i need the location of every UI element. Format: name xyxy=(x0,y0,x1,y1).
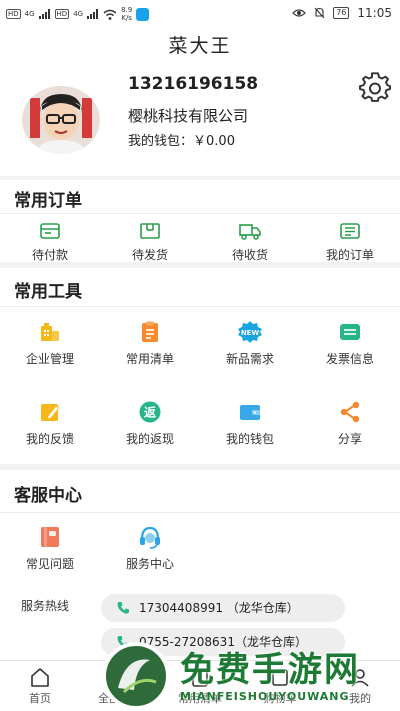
signal-icon xyxy=(38,9,50,19)
tool-cashback[interactable]: 返 我的返现 xyxy=(110,400,190,447)
tool-new-product[interactable]: NEW 新品需求 xyxy=(210,320,290,367)
hotline-button-1[interactable]: 17304408991 （龙华仓库） xyxy=(101,594,345,622)
wallet-icon xyxy=(240,405,260,420)
service-center[interactable]: 服务中心 xyxy=(110,525,190,572)
tab-home[interactable]: 首页 xyxy=(0,666,80,706)
mute-bell-icon xyxy=(314,7,325,19)
signal-icon-2 xyxy=(87,9,99,19)
tools-title: 常用工具 xyxy=(14,282,82,302)
package-icon xyxy=(140,223,160,239)
order-pending-payment[interactable]: 待付款 xyxy=(10,222,90,263)
truck-icon xyxy=(239,224,261,240)
tool-enterprise[interactable]: 企业管理 xyxy=(10,320,90,367)
clock: 11:05 xyxy=(357,6,392,20)
headset-icon xyxy=(140,526,160,549)
svg-text:NEW: NEW xyxy=(241,329,260,337)
invoice-icon xyxy=(340,324,360,340)
net-speed: 8.9 K/s xyxy=(121,6,133,22)
phone-icon xyxy=(117,602,129,614)
orders-title: 常用订单 xyxy=(14,191,82,211)
wallet-card-icon xyxy=(40,223,60,239)
avatar[interactable] xyxy=(22,86,100,154)
clipboard-icon xyxy=(142,321,158,342)
service-title: 客服中心 xyxy=(14,486,82,506)
tool-feedback[interactable]: 我的反馈 xyxy=(10,400,90,447)
app-notification-icon xyxy=(136,7,150,21)
wifi-icon xyxy=(103,9,117,20)
tool-share[interactable]: 分享 xyxy=(310,400,390,447)
hotline-label: 服务热线 xyxy=(21,599,70,613)
company-name: 樱桃科技有限公司 xyxy=(128,107,249,125)
tool-common-list[interactable]: 常用清单 xyxy=(110,320,190,367)
svg-text:返: 返 xyxy=(144,405,156,420)
watermark-logo xyxy=(102,642,170,710)
profile-card: 13216196158 樱桃科技有限公司 我的钱包：￥0.00 xyxy=(0,64,400,176)
enterprise-icon xyxy=(41,323,59,341)
page-title: 菜大王 xyxy=(0,28,400,64)
cashback-icon: 返 xyxy=(139,401,161,423)
order-pending-receive[interactable]: 待收货 xyxy=(210,222,290,263)
watermark: 免费手游网 MIANFEISHOUYOUWANG xyxy=(100,640,400,711)
tool-invoice[interactable]: 发票信息 xyxy=(310,320,390,367)
home-icon xyxy=(31,668,49,687)
watermark-subtext: MIANFEISHOUYOUWANG xyxy=(180,690,350,703)
hd-indicator-2: HD xyxy=(54,9,70,19)
signal-4g-2: 4G xyxy=(73,10,84,18)
tools-section: 常用工具 企业管理 常用清单 NEW 新品需求 发票信息 我的反馈 返 我的返现… xyxy=(0,268,400,464)
orders-section: 常用订单 待付款 待发货 待收货 我的订单 xyxy=(0,180,400,262)
new-badge-icon: NEW xyxy=(238,321,262,343)
order-pending-ship[interactable]: 待发货 xyxy=(110,222,190,263)
wallet-balance: 我的钱包：￥0.00 xyxy=(128,134,235,149)
share-icon xyxy=(340,401,360,423)
tool-wallet[interactable]: 我的钱包 xyxy=(210,400,290,447)
eye-icon xyxy=(292,9,307,17)
watermark-text: 免费手游网 xyxy=(180,650,360,690)
feedback-icon xyxy=(41,404,60,421)
battery-icon: 76 xyxy=(333,7,350,19)
order-my-orders[interactable]: 我的订单 xyxy=(310,222,390,263)
status-bar: HD 4G HD 4G 8.9 K/s 76 11:05 xyxy=(0,0,400,28)
faq-book-icon xyxy=(41,527,59,547)
order-list-icon xyxy=(340,223,360,239)
hd-indicator: HD xyxy=(6,9,21,19)
user-phone: 13216196158 xyxy=(128,74,259,94)
service-faq[interactable]: 常见问题 xyxy=(10,525,90,572)
gear-icon[interactable] xyxy=(359,72,391,104)
signal-4g-1: 4G xyxy=(24,10,35,18)
